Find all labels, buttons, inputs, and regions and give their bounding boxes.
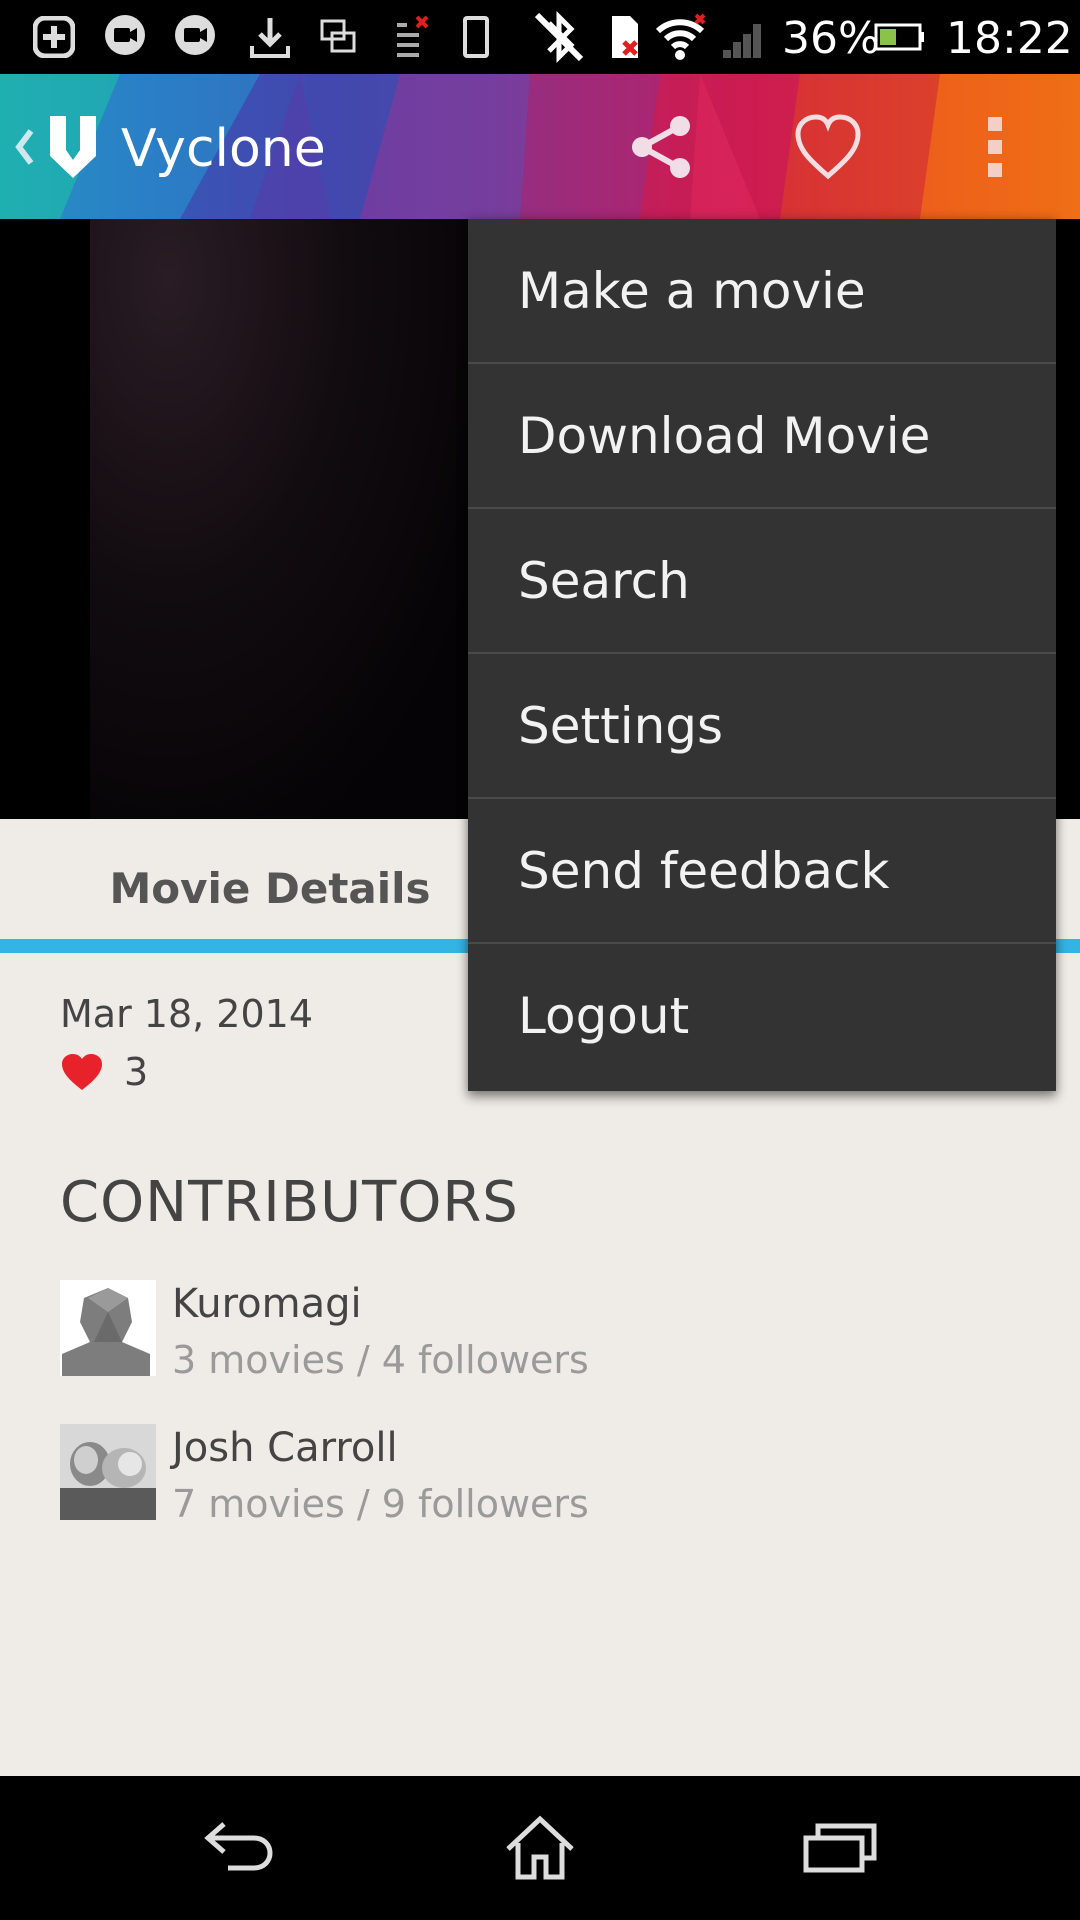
video-frame [90, 219, 480, 819]
window-icon [315, 0, 361, 74]
data-blocked-icon [393, 0, 433, 74]
likes-count: 3 [124, 1050, 149, 1094]
heart-filled-icon [60, 1052, 104, 1092]
back-icon[interactable] [180, 1776, 300, 1920]
wifi-icon [654, 0, 706, 74]
back-chevron-icon[interactable] [10, 74, 38, 219]
contributor-stats: 3 movies / 4 followers [172, 1338, 589, 1382]
contributors-heading: CONTRIBUTORS [60, 1170, 519, 1235]
overflow-menu: Make a movie Download Movie Search Setti… [468, 219, 1056, 1091]
share-icon[interactable] [622, 74, 700, 219]
menu-item-send-feedback[interactable]: Send feedback [468, 799, 1056, 944]
avatar [60, 1424, 156, 1520]
status-time: 18:22 [946, 13, 1073, 64]
action-bar: Vyclone [0, 74, 1080, 219]
sd-card-error-icon [604, 0, 644, 74]
navigation-bar [0, 1776, 1080, 1920]
vyclone-logo-icon[interactable] [44, 74, 102, 219]
contributor-item[interactable]: Kuromagi 3 movies / 4 followers [60, 1280, 960, 1382]
overflow-menu-icon[interactable] [980, 74, 1010, 219]
heart-outline-icon[interactable] [790, 74, 866, 219]
battery-icon [872, 0, 928, 74]
contributor-stats: 7 movies / 9 followers [172, 1482, 589, 1526]
hangouts-video-icon [170, 0, 220, 74]
menu-item-search[interactable]: Search [468, 509, 1056, 654]
app-title: Vyclone [121, 119, 326, 179]
tab-movie-details[interactable]: Movie Details [0, 819, 540, 955]
menu-item-download-movie[interactable]: Download Movie [468, 364, 1056, 509]
phone-outline-icon [458, 0, 494, 74]
likes-row: 3 [60, 1048, 148, 1096]
menu-item-logout[interactable]: Logout [468, 944, 1056, 1091]
contributor-name: Kuromagi [172, 1281, 362, 1327]
download-icon [245, 0, 295, 74]
hangouts-icon [100, 0, 150, 74]
status-bar: 36% 18:22 [0, 0, 1080, 74]
add-box-icon [30, 0, 78, 74]
bluetooth-off-icon [530, 0, 588, 74]
default-avatar-icon [60, 1280, 156, 1376]
signal-icon [718, 0, 770, 74]
movie-date: Mar 18, 2014 [60, 992, 313, 1036]
menu-item-make-movie[interactable]: Make a movie [468, 219, 1056, 364]
contributor-item[interactable]: Josh Carroll 7 movies / 9 followers [60, 1424, 960, 1526]
menu-item-settings[interactable]: Settings [468, 654, 1056, 799]
battery-percent: 36% [782, 13, 880, 64]
contributor-name: Josh Carroll [172, 1425, 398, 1471]
home-icon[interactable] [480, 1776, 600, 1920]
recents-icon[interactable] [780, 1776, 900, 1920]
